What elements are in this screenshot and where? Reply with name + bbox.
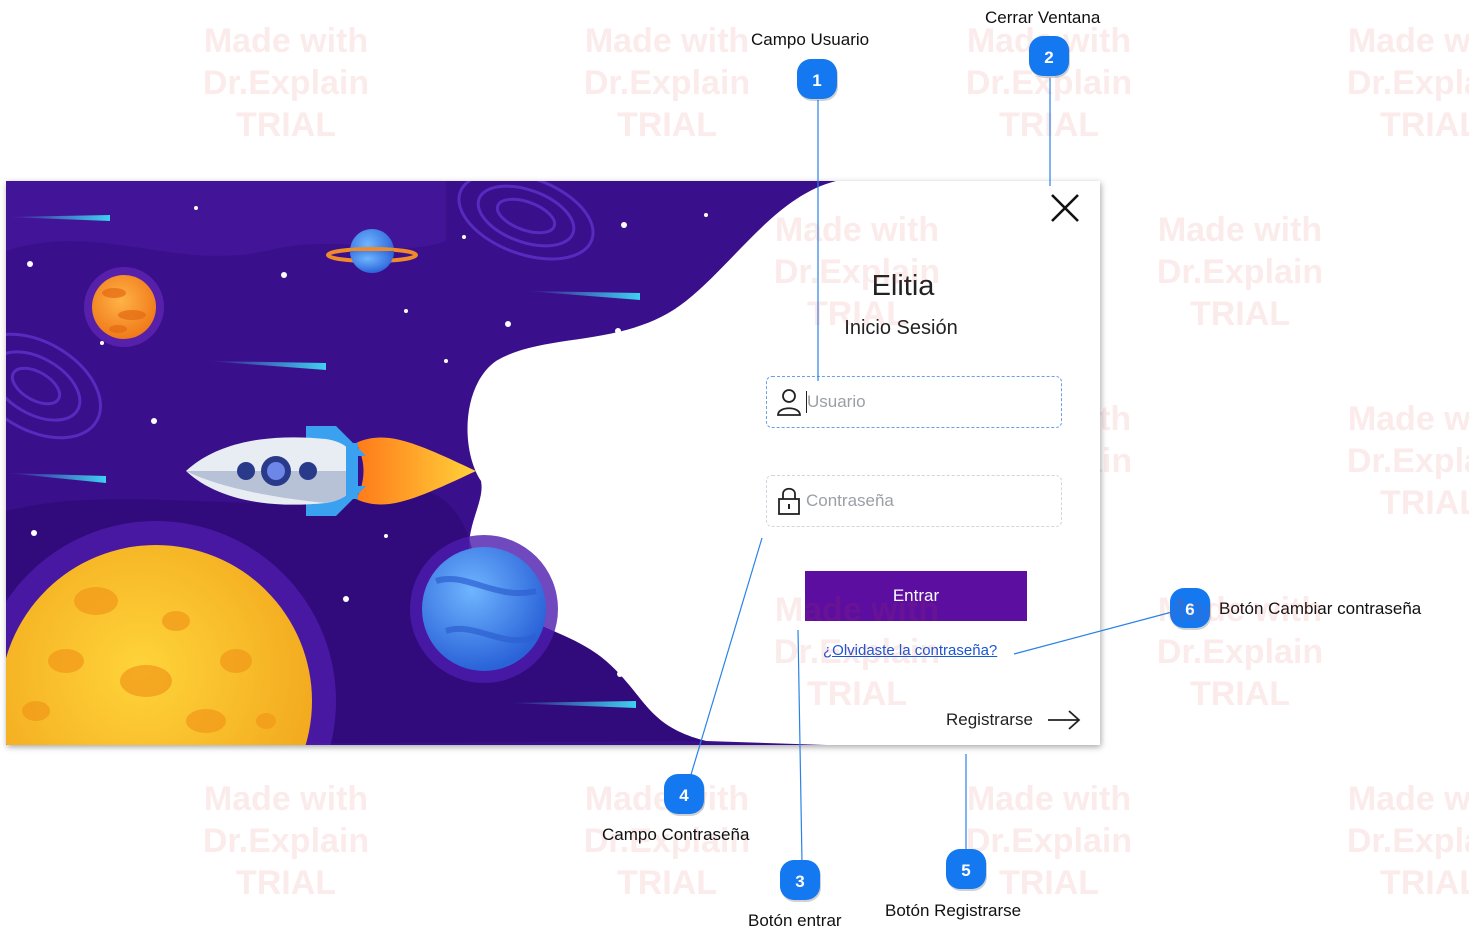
watermark: Made with Dr.Explain TRIAL (557, 20, 777, 146)
watermark-line: TRIAL (1379, 106, 1469, 144)
app-title: Elitia (871, 270, 935, 302)
password-field[interactable] (766, 475, 1062, 527)
watermark-line: Dr.Explain (1346, 442, 1469, 480)
watermark-line: TRIAL (235, 864, 337, 902)
callout-badge-3: 3 (780, 860, 822, 902)
callout-label-1: Campo Usuario (751, 30, 870, 49)
watermark-line: Dr.Explain (202, 64, 370, 102)
password-input[interactable] (806, 491, 1036, 511)
watermark: Made with Dr.Explain TRIAL (1130, 209, 1350, 335)
svg-text:2: 2 (1044, 48, 1053, 67)
callout-badge-5: 5 (946, 849, 988, 891)
watermark-line: Made with (1347, 780, 1469, 818)
watermark-line: Dr.Explain (1346, 822, 1469, 860)
callout-label-6: Botón Cambiar contraseña (1219, 599, 1422, 618)
watermark-line: Made with (1347, 22, 1469, 60)
callout-label-5: Botón Registrarse (885, 901, 1022, 920)
space-illustration (6, 181, 836, 745)
orange-planet (84, 267, 164, 347)
username-field[interactable] (766, 376, 1062, 428)
callout-badge-2: 2 (1029, 36, 1071, 78)
watermark-line: TRIAL (998, 106, 1100, 144)
svg-text:5: 5 (961, 861, 970, 880)
watermark: Made with Dr.Explain TRIAL (1320, 398, 1469, 524)
callout-badge-1: 1 (797, 59, 839, 101)
forgot-password-link[interactable]: ¿Olvidaste la contraseña? (823, 642, 997, 659)
watermark: Made with Dr.Explain TRIAL (176, 20, 396, 146)
watermark-line: Made with (1157, 211, 1323, 249)
lock-icon (778, 487, 800, 515)
watermark-line: Dr.Explain (1156, 633, 1324, 671)
blue-planet (410, 535, 558, 683)
watermark: Made with Dr.Explain TRIAL (176, 778, 396, 904)
callout-badge-6: 6 (1170, 588, 1212, 630)
watermark-line: Made with (203, 780, 369, 818)
watermark-line: Made with (1347, 400, 1469, 438)
svg-text:1: 1 (812, 71, 821, 90)
callout-label-4: Campo Contraseña (602, 825, 750, 844)
watermark-line: Dr.Explain (1156, 253, 1324, 291)
arrow-right-icon (1047, 710, 1081, 730)
watermark-line: Made with (966, 780, 1132, 818)
watermark-line: TRIAL (616, 864, 718, 902)
watermark: Made with Dr.Explain TRIAL (1320, 778, 1469, 904)
close-icon[interactable] (1048, 191, 1082, 225)
enter-button[interactable]: Entrar (805, 571, 1027, 621)
svg-text:3: 3 (795, 872, 804, 891)
callout-badge-4: 4 (664, 774, 706, 816)
watermark: Made with Dr.Explain TRIAL (1320, 20, 1469, 146)
watermark-line: TRIAL (1189, 295, 1291, 333)
register-button[interactable]: Registrarse (946, 709, 1081, 731)
watermark-line: Dr.Explain (202, 822, 370, 860)
watermark-line: TRIAL (1189, 675, 1291, 713)
register-label: Registrarse (946, 710, 1033, 729)
watermark-line: TRIAL (616, 106, 718, 144)
callout-label-3: Botón entrar (748, 911, 842, 930)
login-subtitle: Inicio Sesión (844, 317, 958, 339)
watermark-line: Dr.Explain (1346, 64, 1469, 102)
login-window: Elitia Inicio Sesión Entrar ¿Olvidaste l… (6, 181, 1100, 745)
watermark-line: TRIAL (1379, 484, 1469, 522)
watermark-line: TRIAL (235, 106, 337, 144)
svg-text:6: 6 (1185, 600, 1194, 619)
callout-label-2: Cerrar Ventana (985, 8, 1101, 27)
watermark-line: Dr.Explain (583, 64, 751, 102)
watermark-line: TRIAL (1379, 864, 1469, 902)
svg-text:4: 4 (679, 786, 689, 805)
watermark-line: Made with (203, 22, 369, 60)
username-input[interactable] (807, 392, 1037, 412)
user-icon (777, 389, 801, 416)
watermark-line: Made with (584, 22, 750, 60)
